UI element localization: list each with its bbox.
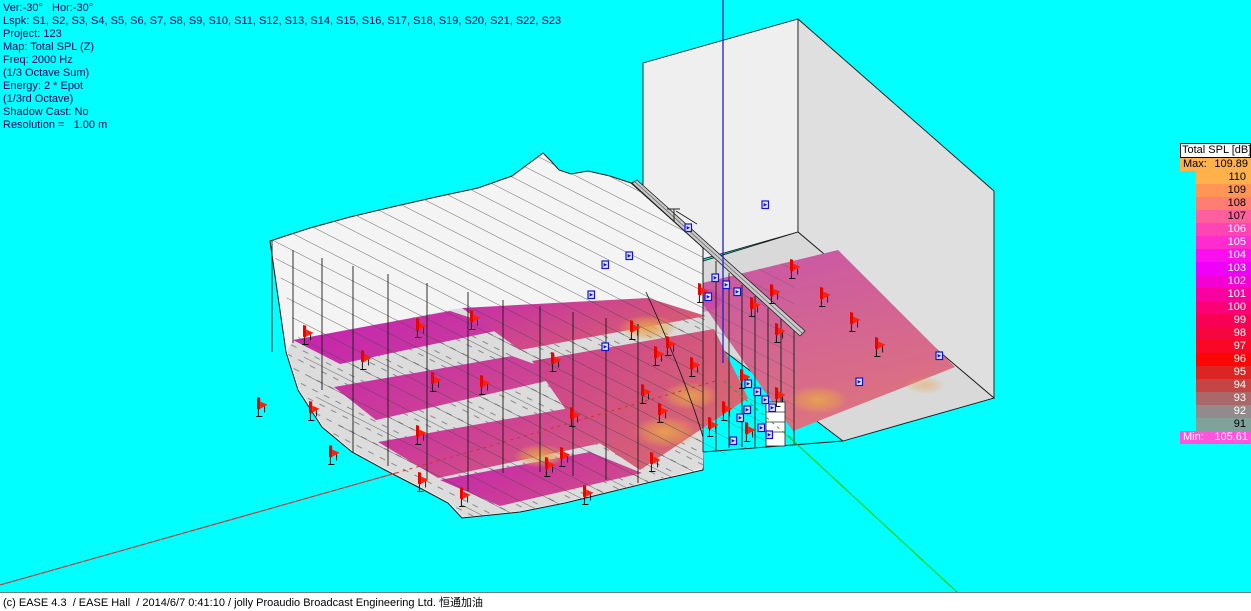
legend-scale-row: 94 — [1196, 379, 1251, 392]
legend-title: Total SPL [dB] — [1180, 143, 1251, 158]
legend-min-label: Min: — [1183, 431, 1204, 444]
info-line: Shadow Cast: No — [3, 106, 561, 119]
speaker-icon — [737, 414, 744, 422]
legend-scale-row: 100 — [1196, 301, 1251, 314]
legend-min-value: 105.61 — [1214, 431, 1248, 444]
legend-scale-row: 98 — [1196, 327, 1251, 340]
x-axis-line — [0, 473, 396, 585]
legend-scale-row: 99 — [1196, 314, 1251, 327]
status-bar: (c) EASE 4.3 / EASE Hall / 2014/6/7 0:41… — [0, 592, 1251, 611]
info-line: (1/3 Octave Sum) — [3, 67, 561, 80]
legend-min-row: Min: 105.61 — [1180, 431, 1251, 444]
status-text: (c) EASE 4.3 / EASE Hall / 2014/6/7 0:41… — [0, 594, 483, 610]
speaker-icon — [685, 224, 692, 232]
legend-scale-row: 103 — [1196, 262, 1251, 275]
speaker-icon — [762, 396, 769, 404]
spl-legend: Total SPL [dB] Max:109.89 11010910810710… — [1180, 143, 1251, 444]
speaker-icon — [730, 437, 737, 445]
chair-icon — [256, 397, 267, 417]
info-line: Resolution = 1.00 m — [3, 119, 561, 132]
speaker-icon — [758, 424, 765, 432]
legend-scale-row: 108 — [1196, 197, 1251, 210]
speaker-icon — [626, 252, 633, 260]
legend-scale-row: 97 — [1196, 340, 1251, 353]
speaker-icon — [723, 281, 730, 289]
legend-max-label: Max: — [1183, 158, 1207, 171]
speaker-icon — [734, 288, 741, 296]
y-axis-line — [788, 436, 958, 593]
speaker-icon — [712, 274, 719, 282]
info-line: Ver:-30° Hor:-30° — [3, 2, 561, 15]
legend-scale-row: 106 — [1196, 223, 1251, 236]
info-line: Project: 123 — [3, 28, 561, 41]
speaker-icon — [936, 352, 943, 360]
speaker-icon — [769, 404, 776, 412]
legend-max-value: 109.89 — [1214, 158, 1248, 171]
chair-icon — [328, 445, 339, 465]
speaker-icon — [745, 380, 752, 388]
info-line: Energy: 2 * Epot — [3, 80, 561, 93]
speaker-icon — [744, 406, 751, 414]
legend-scale-row: 109 — [1196, 184, 1251, 197]
legend-scale-row: 93 — [1196, 392, 1251, 405]
legend-scale-row: 101 — [1196, 288, 1251, 301]
legend-scale-row: 102 — [1196, 275, 1251, 288]
speaker-icon — [762, 201, 769, 209]
speaker-icon — [588, 291, 595, 299]
legend-scale-row: 105 — [1196, 236, 1251, 249]
legend-scale-row: 92 — [1196, 405, 1251, 418]
map-info-panel: Ver:-30° Hor:-30°Lspk: S1, S2, S3, S4, S… — [3, 2, 561, 132]
legend-max-row: Max: 109.89 — [1180, 158, 1251, 171]
legend-scale-row: 96 — [1196, 353, 1251, 366]
legend-scale-row: 104 — [1196, 249, 1251, 262]
info-line: Map: Total SPL (Z) — [3, 41, 561, 54]
info-line: (1/3rd Octave) — [3, 93, 561, 106]
speaker-icon — [705, 293, 712, 301]
speaker-icon — [766, 431, 773, 439]
speaker-icon — [602, 343, 609, 351]
info-line: Freq: 2000 Hz — [3, 54, 561, 67]
speaker-icon — [602, 261, 609, 269]
legend-scale: 1101091081071061051041031021011009998979… — [1196, 171, 1251, 431]
info-line: Lspk: S1, S2, S3, S4, S5, S6, S7, S8, S9… — [3, 15, 561, 28]
legend-scale-row: 110 — [1196, 171, 1251, 184]
legend-scale-row: 91 — [1196, 418, 1251, 431]
speaker-icon — [856, 378, 863, 386]
legend-scale-row: 107 — [1196, 210, 1251, 223]
speaker-icon — [754, 388, 761, 396]
legend-scale-row: 95 — [1196, 366, 1251, 379]
